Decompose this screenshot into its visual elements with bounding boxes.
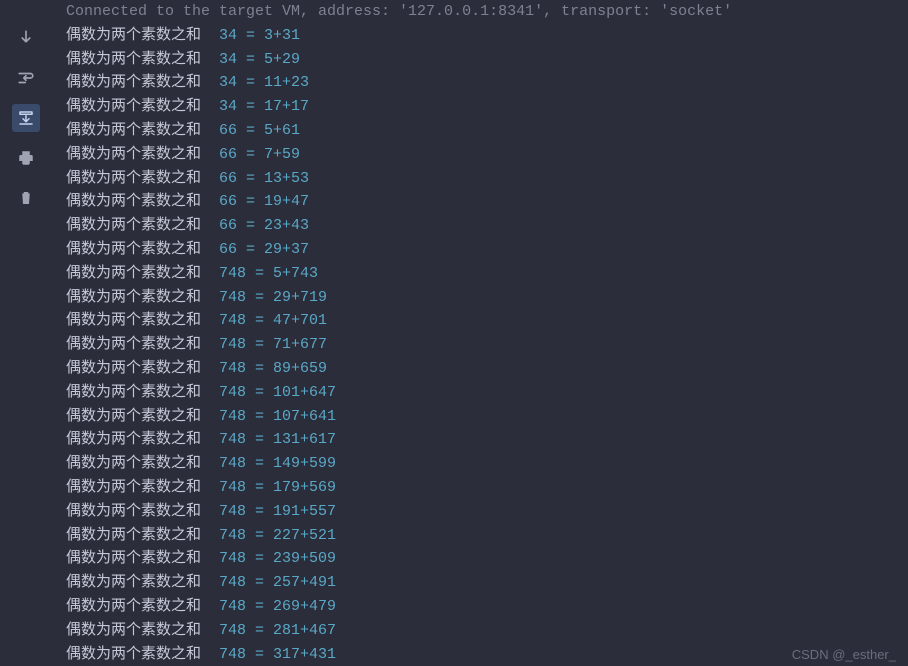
line-value: 748 = 191+557 — [201, 500, 336, 524]
line-prefix: 偶数为两个素数之和 — [66, 428, 201, 452]
line-prefix: 偶数为两个素数之和 — [66, 643, 201, 666]
output-line: 偶数为两个素数之和 748 = 131+617 — [66, 428, 908, 452]
line-prefix: 偶数为两个素数之和 — [66, 333, 201, 357]
print-icon[interactable] — [12, 144, 40, 172]
line-prefix: 偶数为两个素数之和 — [66, 48, 201, 72]
line-prefix: 偶数为两个素数之和 — [66, 619, 201, 643]
output-line: 偶数为两个素数之和 34 = 5+29 — [66, 48, 908, 72]
trash-icon[interactable] — [12, 184, 40, 212]
line-prefix: 偶数为两个素数之和 — [66, 547, 201, 571]
line-prefix: 偶数为两个素数之和 — [66, 286, 201, 310]
output-line: 偶数为两个素数之和 34 = 11+23 — [66, 71, 908, 95]
line-value: 748 = 149+599 — [201, 452, 336, 476]
output-line: 偶数为两个素数之和 66 = 7+59 — [66, 143, 908, 167]
output-line: 偶数为两个素数之和 748 = 29+719 — [66, 286, 908, 310]
output-line: 偶数为两个素数之和 748 = 179+569 — [66, 476, 908, 500]
line-prefix: 偶数为两个素数之和 — [66, 309, 201, 333]
line-prefix: 偶数为两个素数之和 — [66, 24, 201, 48]
line-value: 748 = 29+719 — [201, 286, 327, 310]
line-prefix: 偶数为两个素数之和 — [66, 119, 201, 143]
line-prefix: 偶数为两个素数之和 — [66, 190, 201, 214]
line-value: 748 = 101+647 — [201, 381, 336, 405]
line-value: 748 = 257+491 — [201, 571, 336, 595]
output-line: 偶数为两个素数之和 66 = 13+53 — [66, 167, 908, 191]
line-value: 66 = 13+53 — [201, 167, 309, 191]
line-value: 748 = 317+431 — [201, 643, 336, 666]
console-output[interactable]: Connected to the target VM, address: '12… — [52, 0, 908, 666]
line-prefix: 偶数为两个素数之和 — [66, 143, 201, 167]
output-line: 偶数为两个素数之和 748 = 149+599 — [66, 452, 908, 476]
gutter-toolbar — [0, 0, 52, 666]
output-line: 偶数为两个素数之和 748 = 269+479 — [66, 595, 908, 619]
output-line: 偶数为两个素数之和 748 = 107+641 — [66, 405, 908, 429]
output-line: 偶数为两个素数之和 66 = 19+47 — [66, 190, 908, 214]
line-value: 748 = 131+617 — [201, 428, 336, 452]
output-line: 偶数为两个素数之和 748 = 239+509 — [66, 547, 908, 571]
line-prefix: 偶数为两个素数之和 — [66, 262, 201, 286]
line-prefix: 偶数为两个素数之和 — [66, 524, 201, 548]
line-value: 66 = 23+43 — [201, 214, 309, 238]
line-value: 34 = 11+23 — [201, 71, 309, 95]
output-line: 偶数为两个素数之和 748 = 191+557 — [66, 500, 908, 524]
output-line: 偶数为两个素数之和 748 = 89+659 — [66, 357, 908, 381]
line-prefix: 偶数为两个素数之和 — [66, 95, 201, 119]
output-line: 偶数为两个素数之和 34 = 3+31 — [66, 24, 908, 48]
line-value: 748 = 239+509 — [201, 547, 336, 571]
line-prefix: 偶数为两个素数之和 — [66, 476, 201, 500]
output-line: 偶数为两个素数之和 748 = 71+677 — [66, 333, 908, 357]
line-value: 66 = 19+47 — [201, 190, 309, 214]
output-line: 偶数为两个素数之和 748 = 5+743 — [66, 262, 908, 286]
line-prefix: 偶数为两个素数之和 — [66, 71, 201, 95]
line-prefix: 偶数为两个素数之和 — [66, 214, 201, 238]
line-value: 66 = 7+59 — [201, 143, 300, 167]
soft-wrap-icon[interactable] — [12, 64, 40, 92]
line-prefix: 偶数为两个素数之和 — [66, 405, 201, 429]
line-prefix: 偶数为两个素数之和 — [66, 238, 201, 262]
output-line: 偶数为两个素数之和 748 = 317+431 — [66, 643, 908, 666]
line-value: 748 = 107+641 — [201, 405, 336, 429]
line-prefix: 偶数为两个素数之和 — [66, 167, 201, 191]
line-value: 748 = 71+677 — [201, 333, 327, 357]
line-value: 748 = 89+659 — [201, 357, 327, 381]
line-value: 34 = 5+29 — [201, 48, 300, 72]
line-value: 748 = 269+479 — [201, 595, 336, 619]
output-line: 偶数为两个素数之和 748 = 101+647 — [66, 381, 908, 405]
output-line: 偶数为两个素数之和 34 = 17+17 — [66, 95, 908, 119]
scroll-to-end-icon[interactable] — [12, 104, 40, 132]
output-line: 偶数为两个素数之和 748 = 257+491 — [66, 571, 908, 595]
line-value: 748 = 47+701 — [201, 309, 327, 333]
line-prefix: 偶数为两个素数之和 — [66, 381, 201, 405]
line-prefix: 偶数为两个素数之和 — [66, 500, 201, 524]
line-value: 34 = 17+17 — [201, 95, 309, 119]
line-value: 34 = 3+31 — [201, 24, 300, 48]
line-value: 748 = 227+521 — [201, 524, 336, 548]
line-prefix: 偶数为两个素数之和 — [66, 452, 201, 476]
line-value: 66 = 29+37 — [201, 238, 309, 262]
line-value: 748 = 5+743 — [201, 262, 318, 286]
line-value: 748 = 281+467 — [201, 619, 336, 643]
watermark-text: CSDN @_esther_ — [792, 647, 896, 662]
scroll-down-icon[interactable] — [12, 24, 40, 52]
output-line: 偶数为两个素数之和 66 = 29+37 — [66, 238, 908, 262]
line-value: 66 = 5+61 — [201, 119, 300, 143]
console-header-line: Connected to the target VM, address: '12… — [66, 0, 908, 24]
output-line: 偶数为两个素数之和 66 = 23+43 — [66, 214, 908, 238]
output-line: 偶数为两个素数之和 66 = 5+61 — [66, 119, 908, 143]
line-prefix: 偶数为两个素数之和 — [66, 571, 201, 595]
output-line: 偶数为两个素数之和 748 = 47+701 — [66, 309, 908, 333]
line-value: 748 = 179+569 — [201, 476, 336, 500]
output-line: 偶数为两个素数之和 748 = 281+467 — [66, 619, 908, 643]
line-prefix: 偶数为两个素数之和 — [66, 357, 201, 381]
output-line: 偶数为两个素数之和 748 = 227+521 — [66, 524, 908, 548]
line-prefix: 偶数为两个素数之和 — [66, 595, 201, 619]
